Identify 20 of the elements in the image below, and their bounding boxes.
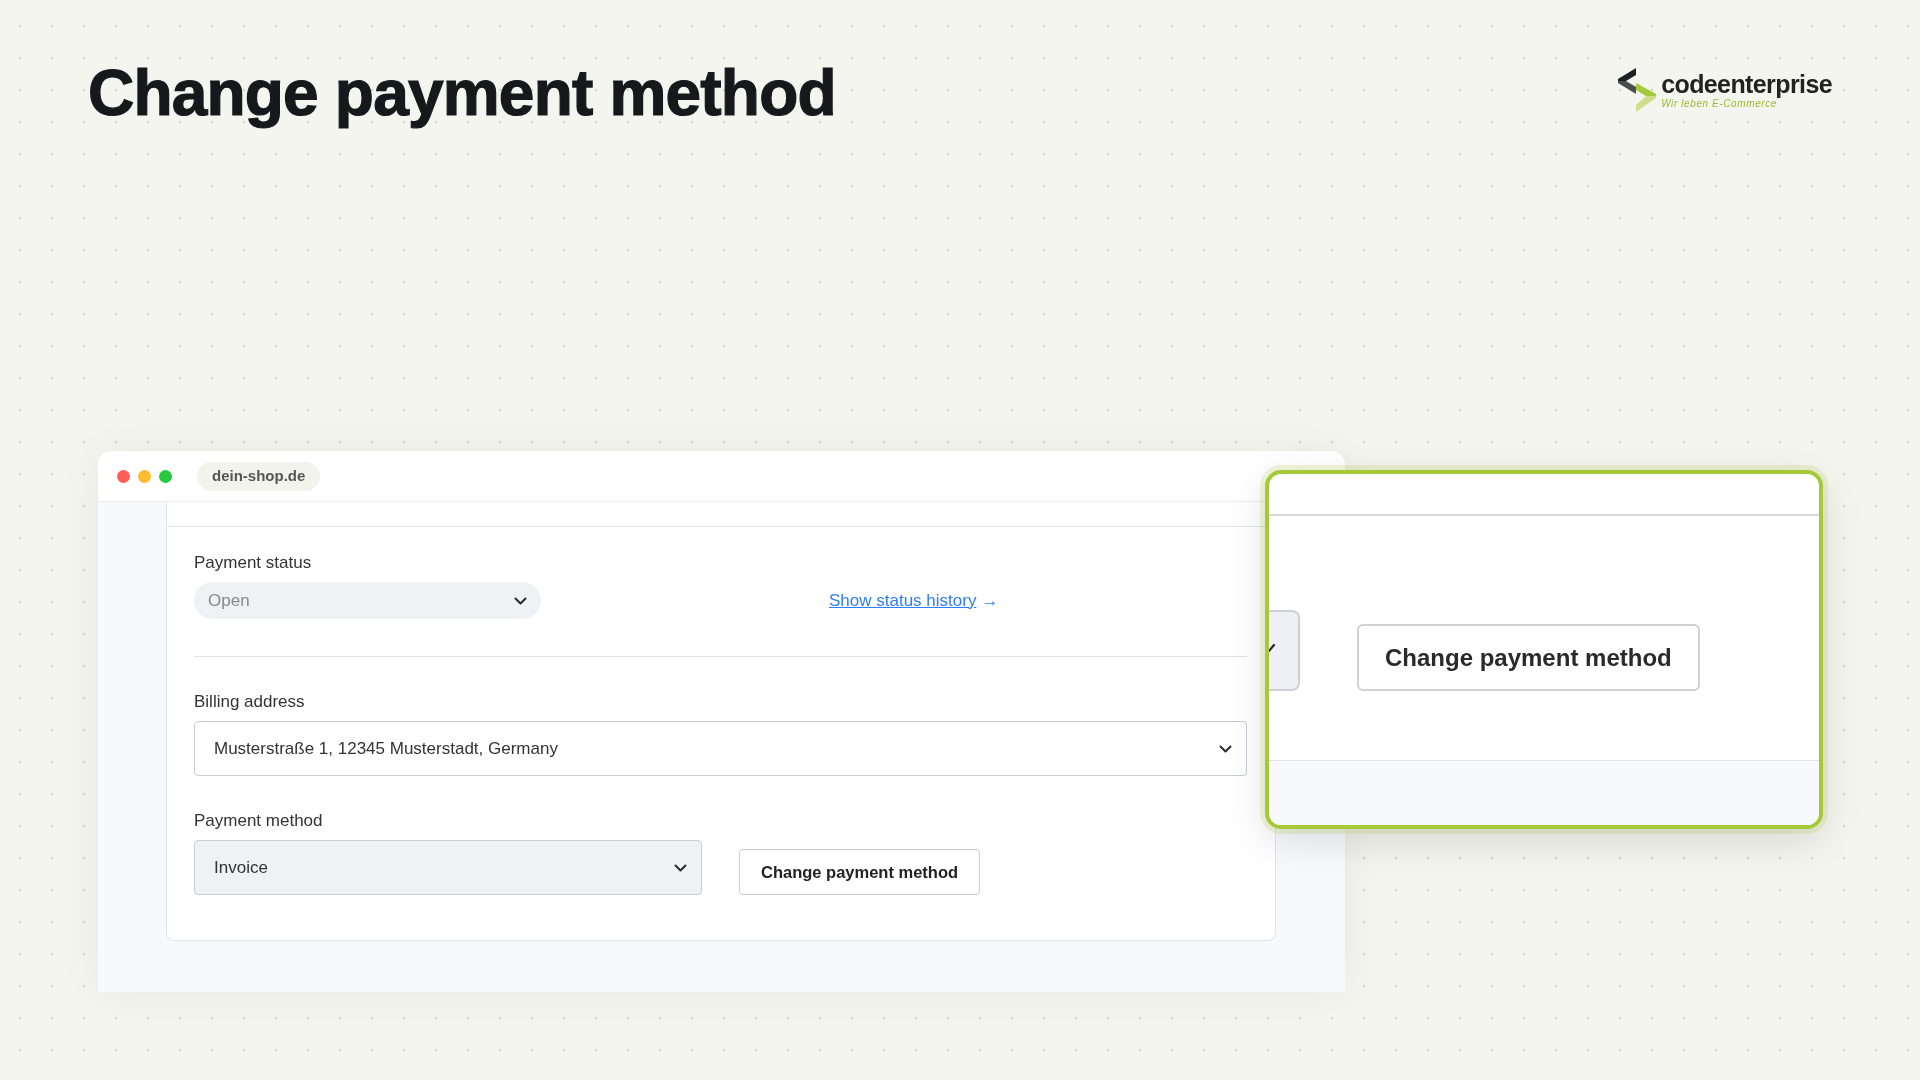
maximize-window-icon[interactable] bbox=[159, 469, 172, 483]
brand-tagline: Wir leben E-Commerce bbox=[1661, 98, 1777, 110]
field-label: Payment method bbox=[194, 810, 323, 832]
field-label: Payment status bbox=[194, 552, 312, 574]
status-history-link[interactable]: Show status history → bbox=[829, 587, 999, 613]
logo-icon bbox=[1618, 68, 1657, 112]
chevron-icon bbox=[1219, 744, 1232, 753]
chevron-icon bbox=[674, 863, 687, 872]
address-bar[interactable]: dein-shop.de bbox=[197, 461, 321, 491]
brand-name: codeenterprise bbox=[1661, 70, 1832, 99]
chevron-icon bbox=[514, 596, 527, 605]
field-label: Billing address bbox=[194, 691, 305, 713]
dropdown-edge[interactable] bbox=[1269, 610, 1300, 691]
address-dropdown[interactable]: Musterstraße 1, 12345 Musterstadt, Germany bbox=[194, 721, 1247, 776]
page-title: Change payment method bbox=[88, 56, 836, 131]
change-payment-button[interactable]: Change payment method bbox=[739, 849, 981, 895]
minimize-window-icon[interactable] bbox=[138, 469, 151, 483]
chevron-icon bbox=[1269, 643, 1275, 652]
change-payment-button[interactable]: Change payment method bbox=[1357, 624, 1700, 691]
close-window-icon[interactable] bbox=[117, 469, 130, 483]
